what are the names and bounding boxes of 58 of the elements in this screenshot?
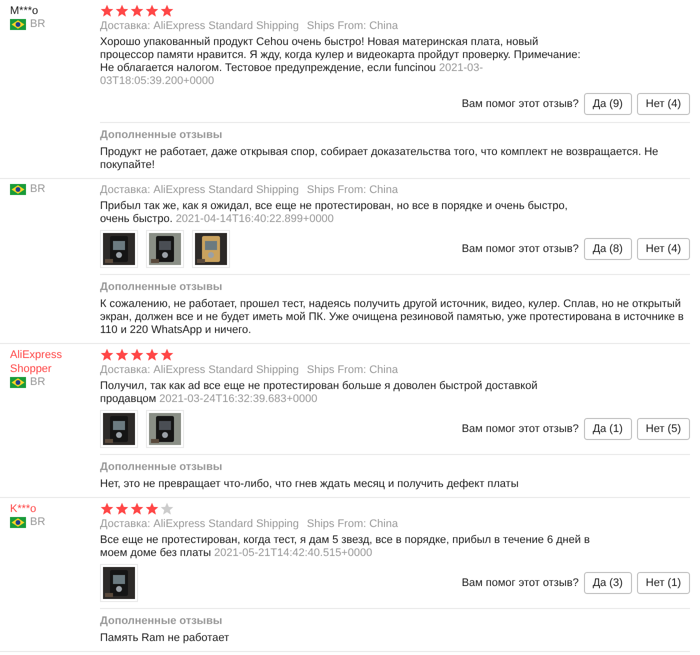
additional-review-text: Продукт не работает, даже открывая спор, собирает доказательства того, что комплект не возвращается. Не покупайте! (100, 146, 660, 172)
reviewer-name: M***o (10, 4, 40, 18)
country-code: BR (30, 183, 46, 195)
additional-title: Дополненные отзывы (100, 280, 224, 295)
review-text: Хорошо упакованный продукт Cehou очень быстро! Новая материнская плата, новый процессор памяти нравится. Я жду, когда кулер и видеокарта пройдут проверку. Примечание: Не облагается налогом. Тестовое предупреждение, если funcinou 2021-03-03T18:05:39.200+0000 (100, 36, 582, 88)
additional-title: Дополненные отзывы (100, 460, 224, 475)
shipping-method: Доставка: AliExpress Standard Shipping (100, 517, 299, 532)
shipping-method: Доставка: AliExpress Standard Shipping (100, 19, 299, 34)
star-icon (130, 502, 144, 516)
star-icon (145, 4, 159, 18)
flag-icon (10, 184, 26, 194)
yes-button[interactable]: Да (8) (584, 238, 632, 260)
flag-icon (10, 376, 26, 388)
reviewer-name: K***o (10, 502, 38, 516)
helpful-question: Вам помог этот отзыв? (462, 423, 579, 435)
additional-review-text: Нет, это не превращает что-либо, что гнев ждать месяц и получить дефект платы (100, 478, 520, 491)
helpful-question: Вам помог этот отзыв? (462, 243, 579, 255)
additional-review-text: К сожалению, не работает, прошел тест, надеясь получить другой источник, видео, кулер. Сплав, но не открытый экран, должен все и не будет иметь мой ПК. Уже очищена резиновой памятью, уже протестирована в источнике в 110 и 220 WhatsApp и ничего. (100, 298, 685, 337)
yes-button[interactable]: Да (3) (584, 572, 632, 594)
star-icon (160, 348, 174, 362)
additional-title: Дополненные отзывы (100, 128, 224, 143)
additional-review-text: Память Ram не работает (100, 632, 230, 645)
no-button[interactable]: Нет (1) (636, 572, 690, 594)
review-text: Все еще не протестирован, когда тест, я дам 5 звезд, все в порядке, прибыл в течение 6 дней в моем доме без платы 2021-05-21T14:42:40.515+0000 (100, 534, 590, 560)
star-icon (100, 348, 114, 362)
star-icon (130, 348, 144, 362)
star-icon (115, 348, 129, 362)
star-icon (100, 4, 114, 18)
ships-from: Ships From: China (306, 19, 398, 34)
star-icon (160, 502, 174, 516)
country-code: BR (30, 376, 46, 388)
shipping-method: Доставка: AliExpress Standard Shipping (100, 183, 299, 198)
review-text: Получил, так как ad все еще не протестирован больше я доволен быстрой доставкой продавцом 2021-03-24T16:32:39.683+0000 (100, 380, 538, 406)
star-icon (100, 502, 114, 516)
ships-from: Ships From: China (306, 183, 398, 198)
flag-icon (10, 18, 26, 30)
ships-from: Ships From: China (306, 363, 398, 378)
yes-button[interactable]: Да (1) (584, 418, 632, 440)
country-code: BR (30, 18, 46, 30)
helpful-question: Вам помог этот отзыв? (462, 98, 579, 110)
yes-button[interactable]: Да (9) (584, 93, 632, 115)
star-icon (130, 4, 144, 18)
no-button[interactable]: Нет (4) (636, 238, 690, 260)
reviewer-name: AliExpress Shopper (10, 348, 63, 376)
star-icon (115, 4, 129, 18)
country-code: BR (30, 516, 46, 528)
ships-from: Ships From: China (306, 517, 398, 532)
star-icon (115, 502, 129, 516)
star-icon (160, 4, 174, 18)
flag-icon (10, 516, 26, 528)
star-icon (145, 348, 159, 362)
helpful-question: Вам помог этот отзыв? (462, 577, 579, 589)
review-text: Прибыл так же, как я ожидал, все еще не протестирован, но все в порядке и очень быстро, очень быстро. 2021-04-14T16:40:22.899+0000 (100, 200, 569, 226)
no-button[interactable]: Нет (4) (636, 93, 690, 115)
shipping-method: Доставка: AliExpress Standard Shipping (100, 363, 299, 378)
star-icon (145, 502, 159, 516)
no-button[interactable]: Нет (5) (636, 418, 690, 440)
additional-title: Дополненные отзывы (100, 614, 224, 629)
